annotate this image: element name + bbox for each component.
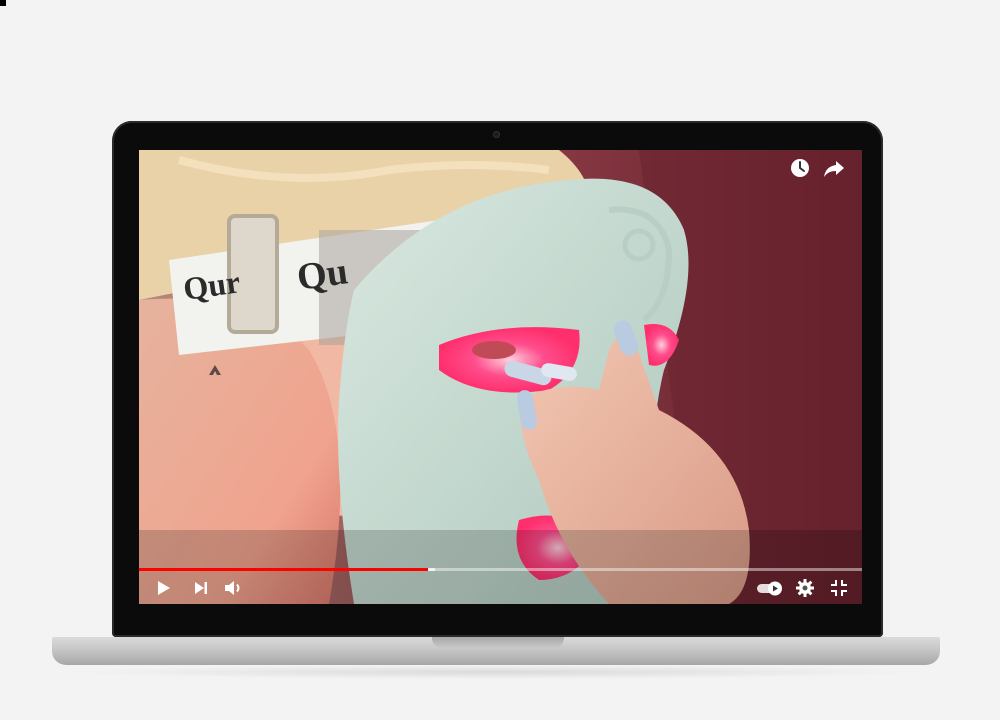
autoplay-toggle-icon [757, 581, 782, 596]
play-icon [158, 581, 170, 595]
play-button[interactable] [151, 576, 175, 600]
corner-mark [0, 0, 6, 6]
player-top-controls [762, 150, 862, 190]
progress-played [139, 568, 429, 571]
laptop-opening-notch [432, 637, 564, 648]
settings-button[interactable] [793, 576, 817, 600]
next-icon [195, 582, 207, 594]
settings-icon [796, 579, 814, 597]
volume-icon [225, 581, 240, 595]
laptop-shadow [60, 665, 932, 679]
progress-bar[interactable] [139, 568, 862, 571]
webcam [493, 131, 500, 138]
exit-fullscreen-icon [831, 580, 847, 596]
share-icon[interactable] [822, 156, 846, 180]
strap-brand-text-2: Qu [294, 250, 350, 299]
next-button[interactable] [189, 576, 213, 600]
watch-later-icon[interactable] [788, 156, 812, 180]
autoplay-toggle[interactable] [755, 576, 785, 600]
video-frame[interactable]: Qur Qu [139, 150, 862, 604]
volume-button[interactable] [221, 576, 245, 600]
video-player[interactable]: Qur Qu [139, 150, 862, 604]
exit-fullscreen-button[interactable] [827, 576, 851, 600]
